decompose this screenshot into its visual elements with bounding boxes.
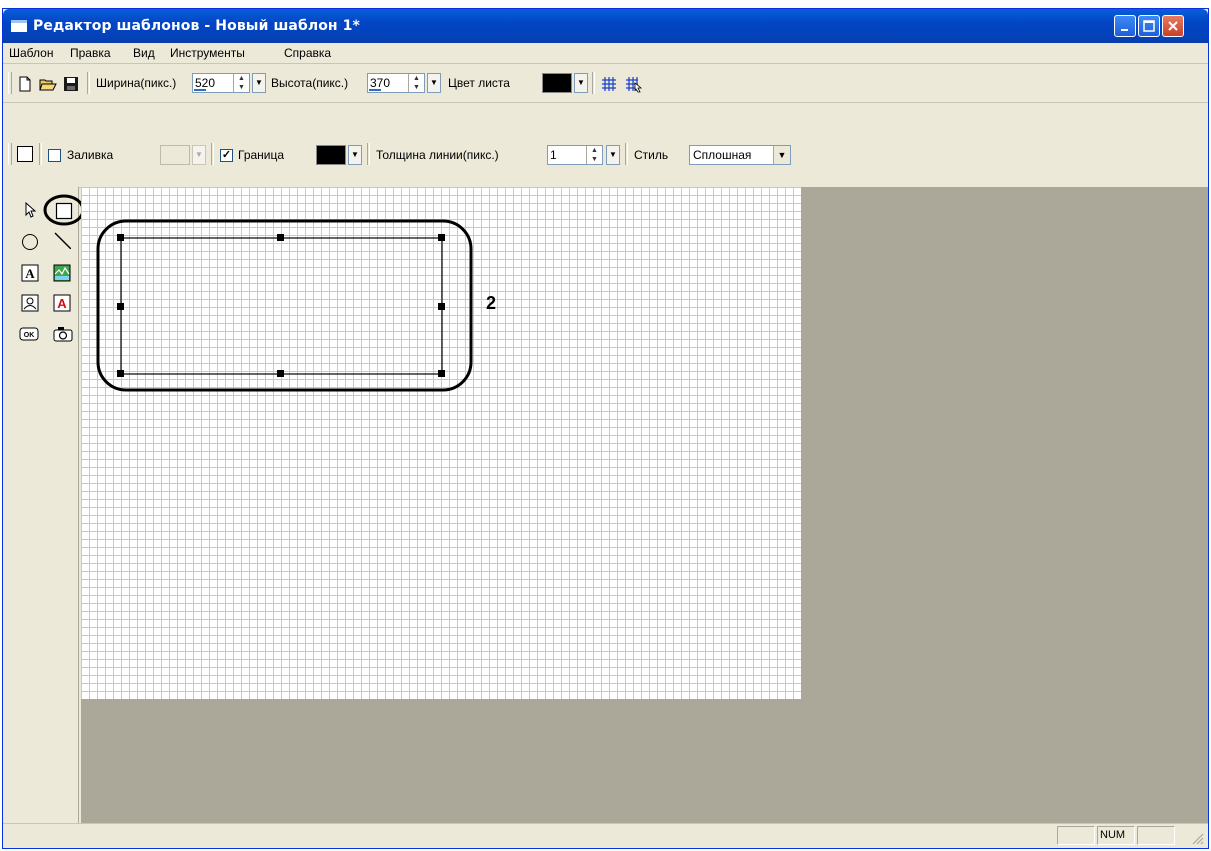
- snap-to-grid-icon[interactable]: [625, 75, 643, 93]
- selected-rectangle-shape[interactable]: [81, 187, 801, 699]
- line-style-select[interactable]: Сплошная ▼: [689, 145, 791, 165]
- svg-text:A: A: [25, 266, 35, 281]
- toolbar-separator: [87, 72, 90, 94]
- style-label: Стиль: [634, 148, 669, 162]
- toolbar-separator: [39, 143, 42, 165]
- height-value[interactable]: 370: [370, 76, 390, 90]
- line-icon[interactable]: [53, 231, 71, 249]
- save-icon[interactable]: [63, 76, 79, 92]
- window-icon: [11, 20, 27, 32]
- line-width-spin-arrows[interactable]: ▲ ▼: [586, 146, 602, 164]
- menu-help[interactable]: Справка: [284, 46, 331, 60]
- fill-color-swatch: [160, 145, 190, 165]
- line-width-spinner[interactable]: 1 ▲ ▼: [547, 145, 603, 165]
- toolbar-separator: [367, 143, 370, 165]
- title-bar[interactable]: Редактор шаблонов - Новый шаблон 1*: [3, 9, 1208, 43]
- border-checkbox[interactable]: ✓: [220, 149, 233, 162]
- svg-text:A: A: [57, 296, 67, 311]
- text-icon[interactable]: A: [21, 264, 39, 282]
- selection-handles: [117, 234, 445, 377]
- menu-view[interactable]: Вид: [133, 46, 155, 60]
- sheet-color-label: Цвет листа: [448, 76, 510, 90]
- close-button[interactable]: [1162, 15, 1184, 37]
- height-label: Высота(пикс.): [271, 76, 349, 90]
- width-value[interactable]: 520: [195, 76, 215, 90]
- maximize-button[interactable]: [1138, 15, 1160, 37]
- maximize-icon: [1143, 20, 1155, 32]
- tool-palette: A A OK 1: [3, 187, 103, 825]
- sheet-color-swatch[interactable]: [542, 73, 572, 93]
- line-width-dropdown-button[interactable]: ▼: [606, 145, 620, 165]
- line-width-label: Толщина линии(пикс.): [376, 148, 499, 162]
- fill-color-dropdown-button: ▼: [192, 145, 206, 165]
- width-spin-arrows[interactable]: ▲ ▼: [233, 74, 249, 92]
- menu-template[interactable]: Шаблон: [9, 46, 53, 60]
- callout-number-2: 2: [486, 293, 497, 313]
- fill-checkbox[interactable]: [48, 149, 61, 162]
- height-dropdown-button[interactable]: ▼: [427, 73, 441, 93]
- border-color-dropdown-button[interactable]: ▼: [348, 145, 362, 165]
- callout-highlight-selected-shape: [96, 219, 473, 392]
- border-color-swatch[interactable]: [316, 145, 346, 165]
- line-style-value: Сплошная: [693, 148, 752, 162]
- height-spin-arrows[interactable]: ▲ ▼: [408, 74, 424, 92]
- toolbar-separator: [211, 143, 214, 165]
- width-value-indicator: [194, 89, 206, 91]
- minimize-button[interactable]: [1114, 15, 1136, 37]
- resize-grip-icon[interactable]: [1190, 831, 1204, 845]
- text-alt-icon[interactable]: A: [53, 294, 71, 312]
- toolbar-separator: [592, 72, 595, 94]
- line-style-dropdown-button[interactable]: ▼: [773, 146, 790, 164]
- shape-toolbar: Заливка ▼ ✓ Граница ▼ Толщина линии(пикс…: [3, 103, 1208, 188]
- image-icon[interactable]: [53, 264, 71, 282]
- camera-icon[interactable]: [53, 326, 73, 344]
- status-bar: NUM: [3, 823, 1208, 848]
- pointer-icon[interactable]: [21, 201, 39, 219]
- main-toolbar: Ширина(пикс.) 520 ▲ ▼ ▼ Высота(пикс.) 370…: [3, 64, 1208, 103]
- minimize-icon: [1121, 29, 1128, 31]
- status-pane-empty: [1057, 826, 1095, 845]
- status-num: NUM: [1097, 826, 1135, 845]
- ellipse-icon[interactable]: [21, 233, 39, 251]
- line-width-value[interactable]: 1: [550, 148, 557, 162]
- status-pane-empty: [1137, 826, 1175, 845]
- new-file-icon[interactable]: [17, 76, 33, 92]
- app-window: Редактор шаблонов - Новый шаблон 1* Шабл…: [2, 8, 1209, 849]
- menu-edit[interactable]: Правка: [70, 46, 111, 60]
- svg-text:OK: OK: [24, 332, 35, 339]
- toolbar-grip[interactable]: [8, 72, 12, 94]
- close-icon: [1168, 21, 1178, 31]
- callout-highlight-rectangle-tool: [43, 194, 85, 226]
- picture-icon[interactable]: [21, 294, 39, 312]
- rectangle-shape-icon[interactable]: [16, 145, 34, 163]
- open-folder-icon[interactable]: [39, 76, 57, 92]
- window-title: Редактор шаблонов - Новый шаблон 1*: [33, 18, 360, 34]
- grid-icon[interactable]: [601, 76, 617, 92]
- toolbar-separator: [625, 143, 628, 165]
- fill-label: Заливка: [67, 148, 114, 162]
- sheet-color-dropdown-button[interactable]: ▼: [574, 73, 588, 93]
- width-dropdown-button[interactable]: ▼: [252, 73, 266, 93]
- height-value-indicator: [369, 89, 381, 91]
- toolbar-grip[interactable]: [8, 143, 12, 165]
- button-icon[interactable]: OK: [19, 327, 39, 345]
- height-spinner[interactable]: 370 ▲ ▼: [367, 73, 425, 93]
- menu-bar: Шаблон Правка Вид Инструменты Справка: [3, 43, 1208, 64]
- canvas-workspace[interactable]: 2: [81, 187, 1208, 825]
- border-label: Граница: [238, 148, 285, 162]
- menu-tools[interactable]: Инструменты: [170, 46, 245, 60]
- width-spinner[interactable]: 520 ▲ ▼: [192, 73, 250, 93]
- width-label: Ширина(пикс.): [96, 76, 177, 90]
